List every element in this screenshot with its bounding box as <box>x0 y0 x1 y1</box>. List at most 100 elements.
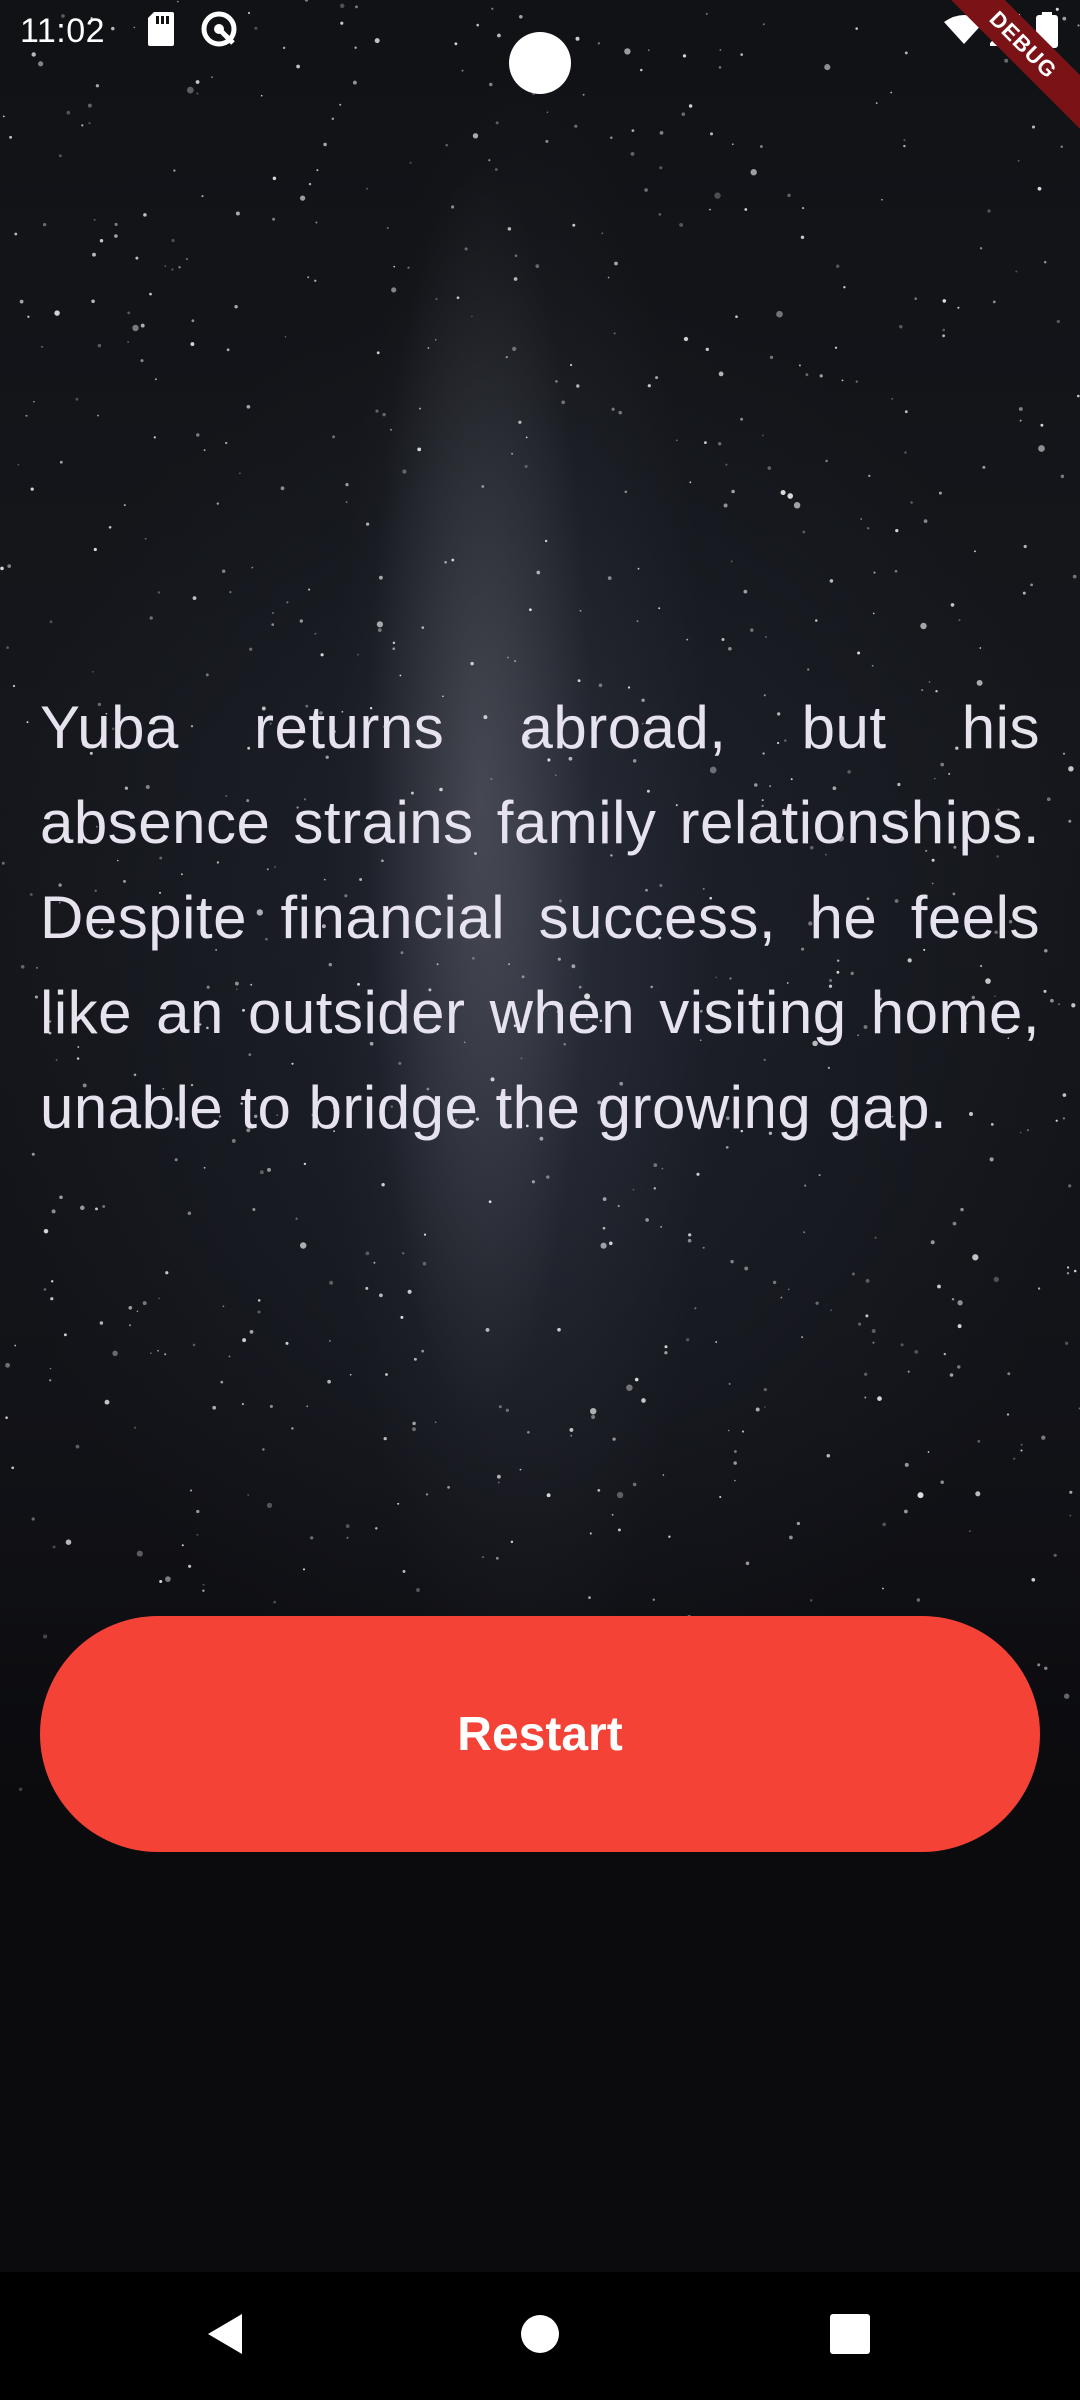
star <box>143 213 147 217</box>
star <box>112 1350 118 1356</box>
star <box>203 1166 206 1169</box>
star <box>58 154 62 158</box>
star <box>841 379 844 382</box>
star <box>1037 186 1042 191</box>
star <box>409 161 412 164</box>
star <box>132 324 139 332</box>
star <box>942 334 946 338</box>
star <box>688 104 693 108</box>
star <box>940 1480 944 1485</box>
home-button[interactable] <box>500 2296 580 2376</box>
star <box>900 1343 904 1347</box>
star <box>1015 270 1018 273</box>
star <box>471 315 473 318</box>
star <box>904 451 907 454</box>
star <box>296 64 300 69</box>
star <box>75 397 79 401</box>
star <box>11 1466 15 1470</box>
star <box>1023 544 1027 549</box>
star <box>164 1353 167 1356</box>
star <box>211 76 213 78</box>
star <box>904 410 908 414</box>
star <box>780 1296 783 1299</box>
recents-button[interactable] <box>810 2296 890 2376</box>
star <box>763 1387 767 1392</box>
star <box>397 1502 400 1505</box>
star <box>435 297 438 301</box>
star <box>202 1583 205 1586</box>
star <box>600 1242 607 1249</box>
star <box>772 1280 777 1285</box>
star <box>375 1527 378 1530</box>
star <box>979 247 983 250</box>
star <box>514 254 518 257</box>
star <box>91 299 95 304</box>
star <box>637 567 640 570</box>
star <box>187 1211 192 1215</box>
star <box>1056 319 1060 324</box>
star <box>776 310 783 318</box>
star <box>882 1587 884 1590</box>
star <box>664 1351 668 1355</box>
star <box>95 1207 98 1211</box>
star <box>291 1427 294 1430</box>
star <box>704 441 707 444</box>
star <box>171 268 174 271</box>
star <box>286 601 289 604</box>
star <box>702 1246 705 1249</box>
star <box>451 205 455 209</box>
star <box>447 1486 450 1489</box>
star <box>1043 989 1047 993</box>
back-button[interactable] <box>186 2296 266 2376</box>
star <box>802 207 805 210</box>
star <box>272 176 277 181</box>
star <box>731 489 735 494</box>
star <box>31 1152 35 1156</box>
star <box>339 103 342 106</box>
star <box>1006 1413 1010 1416</box>
star <box>641 1398 646 1403</box>
star <box>750 169 757 176</box>
star <box>826 1454 831 1458</box>
star <box>718 371 724 377</box>
star <box>611 1513 614 1516</box>
star <box>391 287 397 293</box>
star <box>185 258 188 261</box>
star <box>1041 1435 1046 1440</box>
star <box>247 1494 250 1496</box>
star <box>1058 1003 1060 1006</box>
star <box>632 1188 635 1191</box>
star <box>618 410 622 415</box>
star <box>329 1280 334 1285</box>
star <box>220 1380 224 1384</box>
star <box>196 1509 200 1514</box>
star <box>930 1240 935 1245</box>
star <box>114 234 118 238</box>
star <box>456 296 460 300</box>
star <box>123 504 126 507</box>
star <box>872 1341 875 1344</box>
star <box>937 1284 941 1289</box>
star <box>140 359 144 363</box>
star <box>379 1293 383 1298</box>
star <box>260 94 263 97</box>
star <box>149 292 152 296</box>
star <box>689 481 692 484</box>
star <box>14 1344 17 1347</box>
star <box>1040 423 1044 427</box>
star <box>655 376 659 380</box>
restart-button[interactable]: Restart <box>40 1616 1040 1852</box>
star <box>636 620 639 623</box>
star <box>144 537 147 540</box>
star <box>865 1314 869 1318</box>
star <box>417 447 422 452</box>
star <box>36 967 38 969</box>
star <box>190 342 195 347</box>
star <box>612 1437 616 1441</box>
star <box>1067 1266 1070 1269</box>
star <box>470 661 474 666</box>
star <box>1018 407 1023 411</box>
star <box>345 483 349 487</box>
star <box>34 995 38 999</box>
star <box>29 893 33 896</box>
